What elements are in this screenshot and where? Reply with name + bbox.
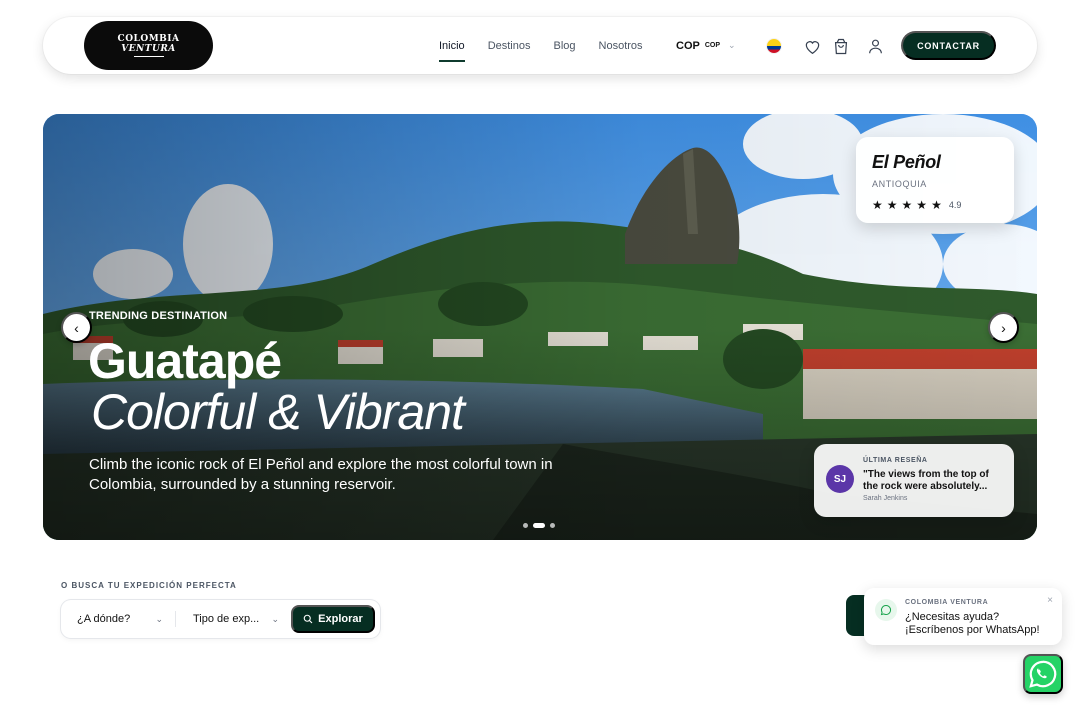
destination-select-value: ¿A dónde? [77,613,131,625]
next-slide-button[interactable]: › [988,312,1019,343]
logo[interactable]: COLOMBIA VENTURA [84,21,213,70]
hero-tag: TRENDING DESTINATION [89,310,228,322]
currency-code-small: COP [704,42,721,49]
rating-value: 4.9 [948,200,962,210]
whatsapp-icon [1029,660,1057,688]
whatsapp-brand: COLOMBIA VENTURA [905,599,989,606]
colombia-flag-icon[interactable] [767,39,781,53]
review-card[interactable]: SJ ÚLTIMA RESEÑA "The views from the top… [814,444,1014,517]
logo-line-1: COLOMBIA [117,34,180,44]
review-quote: "The views from the top of the rock were… [863,469,989,492]
experience-type-value: Tipo de exp... [193,613,260,625]
chevron-down-icon: ⌄ [728,40,736,50]
close-icon[interactable]: × [1047,595,1053,606]
whatsapp-button[interactable] [1023,654,1063,694]
chevron-left-icon: ‹ [74,319,79,336]
destination-card[interactable]: El Peñol ANTIOQUIA ★ ★ ★ ★ ★ 4.9 [856,137,1014,223]
star-icon: ★ [931,198,942,212]
review-label: ÚLTIMA RESEÑA [863,457,928,464]
hero-slider: TRENDING DESTINATION Guatapé Colorful & … [43,114,1037,540]
destination-region: ANTIOQUIA [872,179,927,189]
destination-name: El Peñol [872,152,941,172]
explore-button[interactable]: Explorar [291,605,375,633]
destination-rating: ★ ★ ★ ★ ★ 4.9 [872,198,961,212]
logo-line-2: VENTURA [121,44,176,54]
whatsapp-popup[interactable]: COLOMBIA VENTURA ¿Necesitas ayuda? ¡Escr… [864,588,1062,645]
currency-selector[interactable]: COP COP ⌄ [676,17,736,74]
search-label: O BUSCA TU EXPEDICIÓN PERFECTA [61,581,237,590]
hero-title: Guatapé [88,333,282,389]
slide-dot-3[interactable] [550,523,555,528]
destination-select[interactable]: ¿A dónde? ⌄ [77,600,163,638]
slide-dot-2[interactable] [533,523,545,528]
currency-code: COP [676,39,700,52]
search-icon [303,614,313,624]
star-icon: ★ [916,198,928,212]
whatsapp-line-1: ¿Necesitas ayuda? [905,611,1000,623]
whatsapp-line-2: ¡Escríbenos por WhatsApp! [905,624,1040,636]
slide-indicators [523,523,555,528]
experience-type-select[interactable]: Tipo de exp... ⌄ [193,600,279,638]
navbar: COLOMBIA VENTURA Inicio Destinos Blog No… [43,17,1037,74]
review-author: Sarah Jenkins [863,495,908,502]
explore-label: Explorar [318,613,363,625]
logo-underline [133,56,164,57]
hero-description: Climb the iconic rock of El Peñol and ex… [89,456,553,493]
nav-destinos[interactable]: Destinos [488,17,531,74]
search-divider [175,611,176,627]
search-bar: ¿A dónde? ⌄ Tipo de exp... ⌄ Explorar [61,600,380,638]
nav-nosotros[interactable]: Nosotros [599,17,643,74]
chevron-right-icon: › [1001,319,1006,336]
contact-button[interactable]: CONTACTAR [901,31,996,60]
hero-subtitle: Colorful & Vibrant [91,384,465,440]
reviewer-avatar: SJ [826,465,854,493]
chevron-down-icon: ⌄ [155,613,163,624]
slide-dot-1[interactable] [523,523,528,528]
star-icon: ★ [872,198,883,212]
cart-icon[interactable] [831,36,851,56]
nav-blog[interactable]: Blog [553,17,575,74]
star-icon: ★ [901,198,913,212]
heart-icon[interactable] [802,36,822,56]
chevron-down-icon: ⌄ [271,613,279,624]
main-menu: Inicio Destinos Blog Nosotros [439,17,643,74]
chat-bubble-icon [875,599,897,621]
prev-slide-button[interactable]: ‹ [61,312,92,343]
star-icon: ★ [886,198,898,212]
nav-inicio[interactable]: Inicio [439,17,465,74]
user-icon[interactable] [865,36,885,56]
